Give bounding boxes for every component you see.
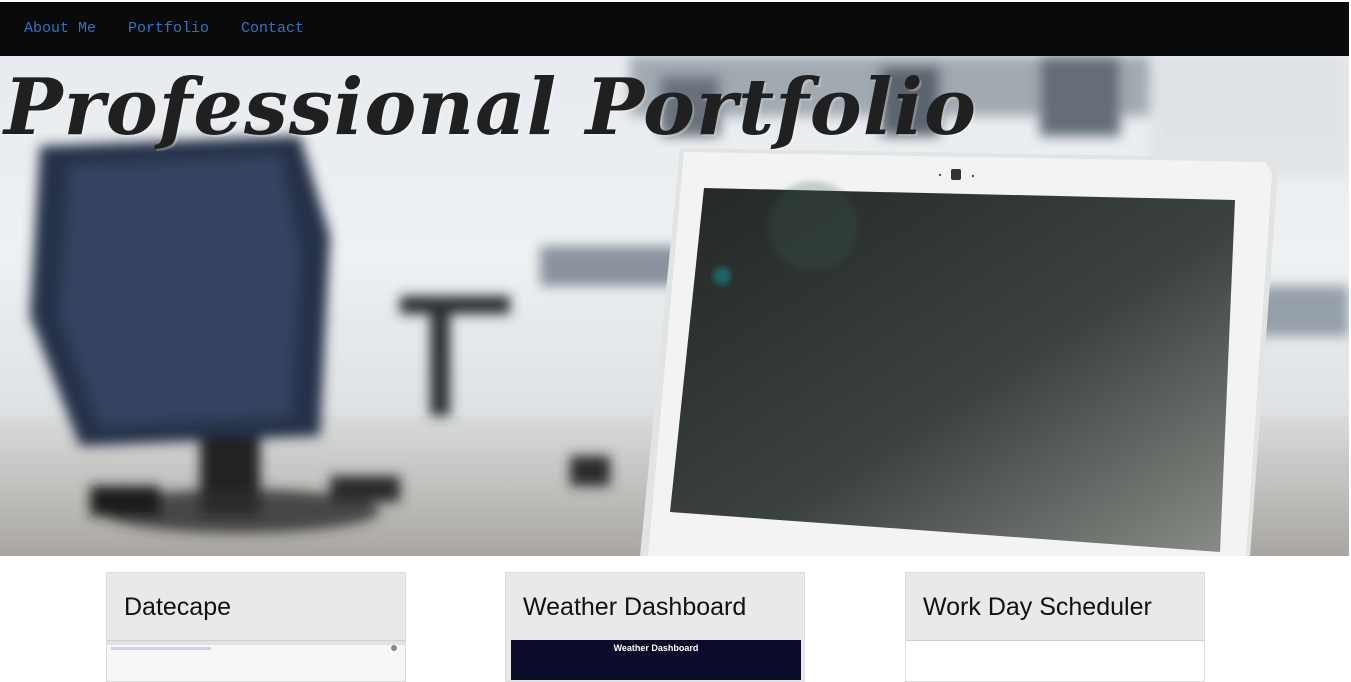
thumbnail-address-bar	[111, 647, 211, 650]
thumbnail-dot-icon	[391, 645, 397, 651]
top-nav: About Me Portfolio Contact	[0, 2, 1349, 56]
thumbnail-toolbar	[107, 641, 405, 645]
nav-link-about-me[interactable]: About Me	[0, 2, 112, 56]
nav-link-contact[interactable]: Contact	[225, 2, 320, 56]
project-card-weather-dashboard[interactable]: Weather Dashboard Weather Dashboard	[505, 572, 805, 682]
page-title: Professional Portfolio	[4, 62, 978, 153]
project-card-work-day-scheduler[interactable]: Work Day Scheduler	[905, 572, 1205, 682]
portfolio-cards: Datecape Weather Dashboard Weather Dashb…	[0, 556, 1349, 682]
hero-banner: Professional Portfolio	[0, 56, 1349, 556]
browser-screenshot-thumbnail[interactable]	[107, 640, 405, 681]
project-card-datecape[interactable]: Datecape	[106, 572, 406, 682]
nav-link-portfolio[interactable]: Portfolio	[112, 2, 225, 56]
thumbnail-heading: Weather Dashboard	[613, 643, 699, 653]
project-card-title: Datecape	[124, 593, 232, 621]
project-card-title: Weather Dashboard	[523, 593, 747, 621]
project-card-title: Work Day Scheduler	[923, 593, 1152, 621]
scheduler-thumbnail[interactable]	[906, 640, 1204, 681]
weather-dashboard-thumbnail[interactable]: Weather Dashboard	[511, 640, 801, 680]
